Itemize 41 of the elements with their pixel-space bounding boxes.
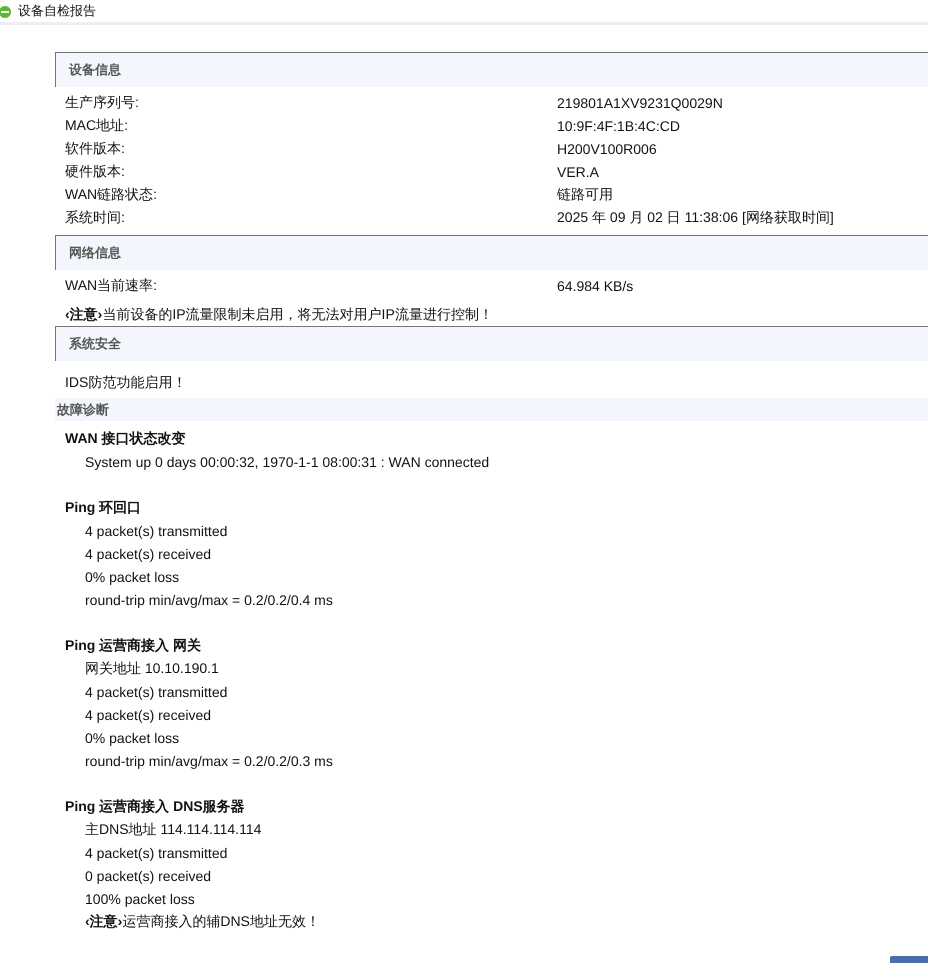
diagnosis-line: 100% packet loss (84, 890, 196, 909)
diagnosis-line: 0% packet loss (84, 568, 180, 587)
field-label: 生产序列号: (65, 94, 140, 112)
section-title: 网络信息 (69, 244, 121, 262)
field-label: 硬件版本: (65, 162, 126, 180)
field-value: 219801A1XV9231Q0029N (557, 94, 723, 110)
field-value: VER.A (557, 164, 600, 180)
diagnosis-line: 4 packet(s) transmitted (84, 522, 228, 541)
field-value: 64.984 KB/s (557, 278, 634, 294)
field-label: 系统时间: (65, 208, 126, 226)
field-label: WAN当前速率: (65, 276, 158, 294)
section-title: 故障诊断 (57, 400, 109, 418)
field-value: 2025 年 09 月 02 日 11:38:06 [网络获取时间] (557, 208, 834, 226)
field-value: 10:9F:4F:1B:4C:CD (557, 118, 680, 134)
field-value: 链路可用 (557, 186, 613, 204)
field-label: MAC地址: (65, 116, 129, 134)
section-title: 设备信息 (69, 61, 121, 79)
section-title: 系统安全 (69, 335, 121, 353)
diagnosis-line: ‹注意›运营商接入的辅DNS地址无效！ (84, 912, 321, 930)
notice-text: IDS防范功能启用！ (64, 372, 188, 392)
field-value: H200V100R006 (557, 140, 657, 156)
button[interactable] (890, 956, 928, 963)
window-title: 设备自检报告 (18, 2, 96, 20)
diagnosis-line: 主DNS地址 114.114.114.114 (84, 820, 262, 838)
diagnosis-title: WAN 接口状态改变 (65, 428, 187, 448)
diagnosis-line: 0 packet(s) received (84, 866, 212, 886)
diagnosis-line: 0% packet loss (84, 728, 180, 748)
diagnosis-line: 4 packet(s) received (84, 706, 212, 725)
field-label: 软件版本: (65, 140, 126, 158)
diagnosis-line: 网关地址 10.10.190.1 (84, 658, 220, 678)
diagnosis-line: 4 packet(s) transmitted (84, 682, 228, 702)
diagnosis-title: Ping 环回口 (65, 498, 142, 517)
diagnosis-line: 4 packet(s) transmitted (84, 844, 228, 863)
diagnosis-line: round-trip min/avg/max = 0.2/0.2/0.3 ms (84, 752, 334, 771)
notice-text: ‹注意›当前设备的IP流量限制未启用，将无法对用户IP流量进行控制！ (64, 304, 494, 324)
diagnosis-title: Ping 运营商接入 网关 (65, 636, 202, 655)
diagnosis-title: Ping 运营商接入 DNS服务器 (65, 796, 246, 816)
field-label: WAN链路状态: (65, 186, 158, 204)
diagnosis-line: 4 packet(s) received (84, 544, 212, 564)
diagnosis-line: round-trip min/avg/max = 0.2/0.2/0.4 ms (84, 590, 334, 610)
diagnosis-line: System up 0 days 00:00:32, 1970-1-1 08:00:31 : WAN connected (84, 452, 490, 472)
